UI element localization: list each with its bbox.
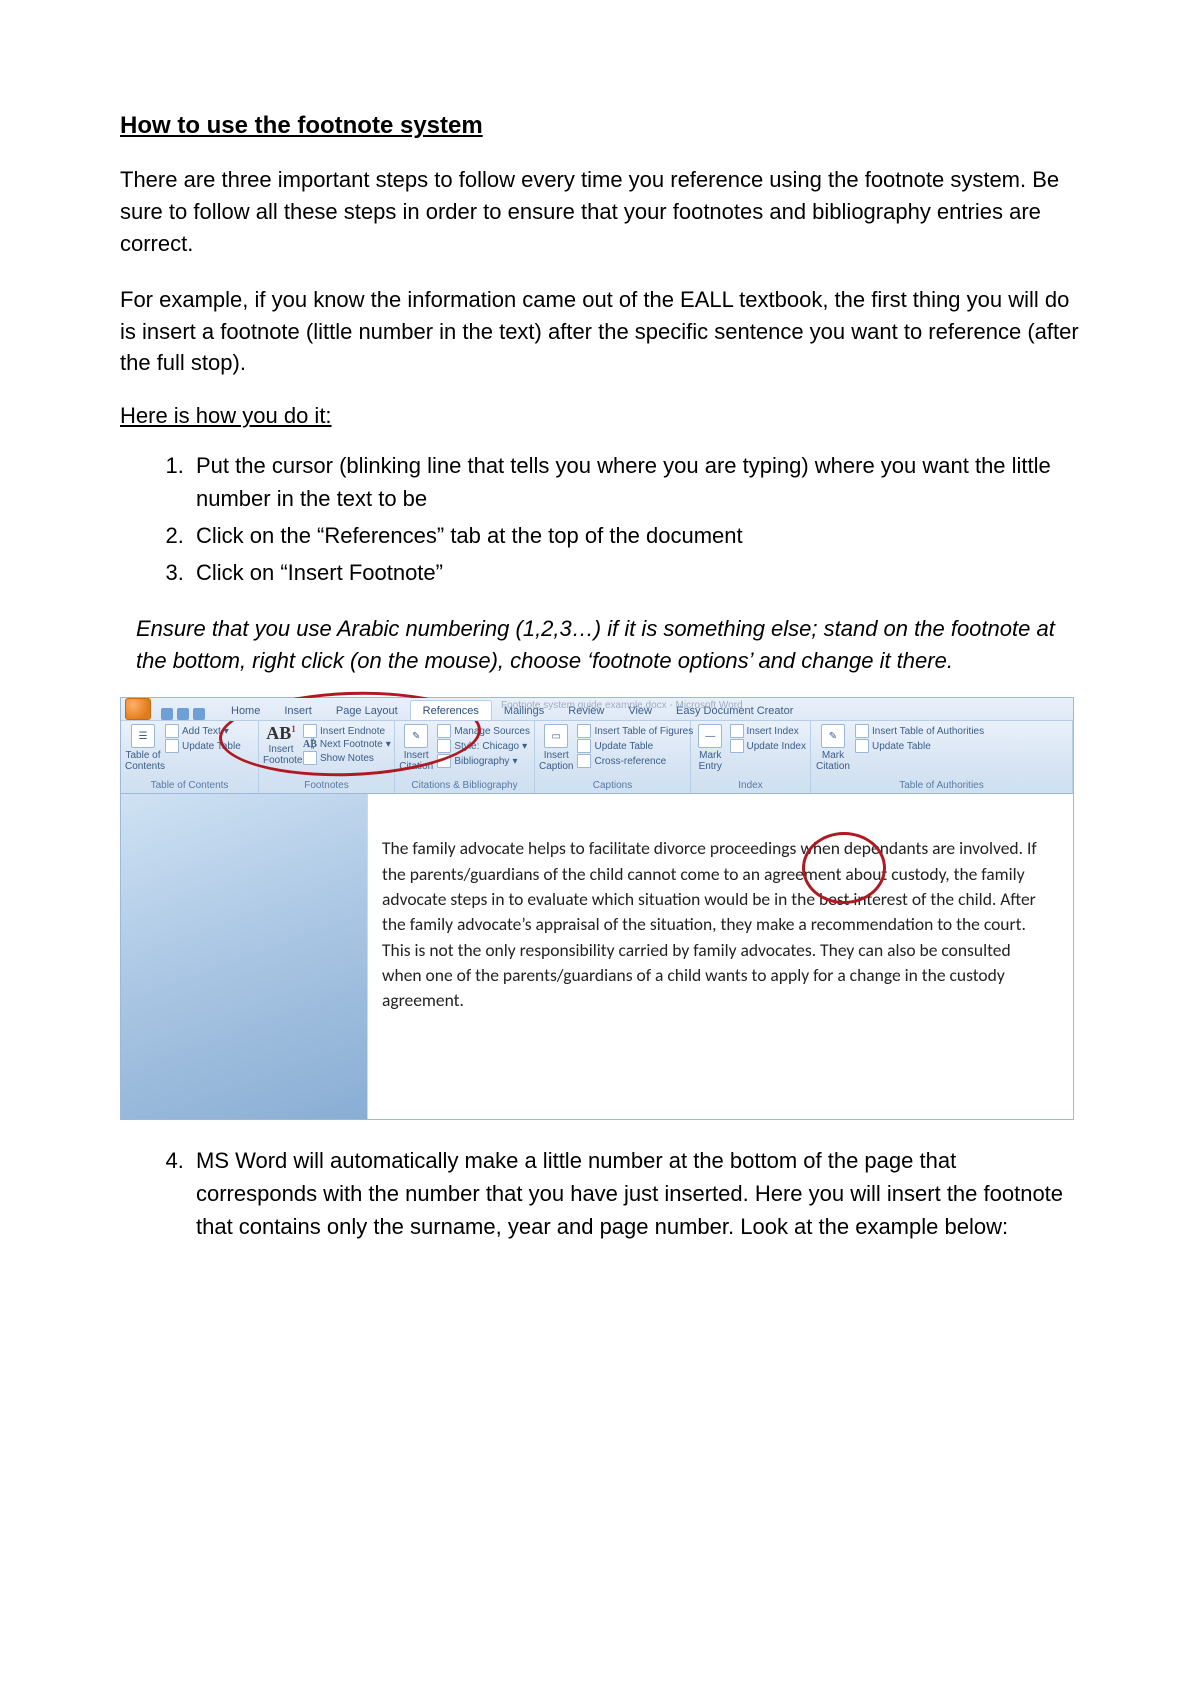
document-pane: The family advocate helps to facilitate … xyxy=(120,794,1074,1120)
tab-insert[interactable]: Insert xyxy=(272,701,324,720)
tab-references[interactable]: References xyxy=(410,700,492,720)
authorities-icon xyxy=(855,724,869,738)
mark-entry-icon: — xyxy=(698,724,722,748)
index-icon xyxy=(730,724,744,738)
step-1: Put the cursor (blinking line that tells… xyxy=(190,449,1080,515)
cross-ref-icon xyxy=(577,754,591,768)
endnote-icon xyxy=(303,724,317,738)
tab-home[interactable]: Home xyxy=(219,701,272,720)
tab-page-layout[interactable]: Page Layout xyxy=(324,701,410,720)
group-toc: ☰ Table of Contents Add Text ▾ Update Ta… xyxy=(121,721,259,793)
steps-list: Put the cursor (blinking line that tells… xyxy=(120,449,1080,589)
btn-insert-caption[interactable]: ▭ Insert Caption xyxy=(539,724,573,772)
btn-update-table-captions[interactable]: Update Table xyxy=(577,739,693,753)
office-button[interactable] xyxy=(125,698,151,720)
bibliography-icon xyxy=(437,754,451,768)
document-body[interactable]: The family advocate helps to facilitate … xyxy=(367,794,1073,1119)
step-2: Click on the “References” tab at the top… xyxy=(190,519,1080,552)
tab-mailings[interactable]: Mailings xyxy=(492,701,556,720)
tab-review[interactable]: Review xyxy=(556,701,616,720)
sources-icon xyxy=(437,724,451,738)
caption-icon: ▭ xyxy=(544,724,568,748)
update-icon xyxy=(730,739,744,753)
btn-mark-entry[interactable]: — Mark Entry xyxy=(695,724,726,772)
btn-add-text[interactable]: Add Text ▾ xyxy=(165,724,241,738)
intro-paragraph-1: There are three important steps to follo… xyxy=(120,164,1080,260)
group-captions: ▭ Insert Caption Insert Table of Figures… xyxy=(535,721,691,793)
btn-insert-table-figures[interactable]: Insert Table of Figures xyxy=(577,724,693,738)
btn-table-of-contents[interactable]: ☰ Table of Contents xyxy=(125,724,161,772)
how-subheading: Here is how you do it: xyxy=(120,403,1080,429)
group-authorities: ✎ Mark Citation Insert Table of Authorit… xyxy=(811,721,1073,793)
btn-update-index[interactable]: Update Index xyxy=(730,739,807,753)
ribbon-groups: ☰ Table of Contents Add Text ▾ Update Ta… xyxy=(121,721,1073,793)
update-icon xyxy=(855,739,869,753)
group-citations: ✎ Insert Citation Manage Sources Style: … xyxy=(395,721,535,793)
group-label-authorities: Table of Authorities xyxy=(815,780,1068,793)
show-notes-icon xyxy=(303,751,317,765)
btn-mark-citation[interactable]: ✎ Mark Citation xyxy=(815,724,851,772)
btn-insert-table-authorities[interactable]: Insert Table of Authorities xyxy=(855,724,984,738)
margin-panel xyxy=(121,794,367,1119)
group-footnotes: AB1 Insert Footnote Insert Endnote A₿ Ne… xyxy=(259,721,395,793)
btn-bibliography[interactable]: Bibliography ▾ xyxy=(437,754,530,768)
italic-note: Ensure that you use Arabic numbering (1,… xyxy=(136,613,1080,677)
btn-update-table-toc[interactable]: Update Table xyxy=(165,739,241,753)
update-icon xyxy=(577,739,591,753)
document-page: How to use the footnote system There are… xyxy=(0,0,1200,1367)
tab-view[interactable]: View xyxy=(616,701,664,720)
page-title: How to use the footnote system xyxy=(120,112,1080,140)
figures-icon xyxy=(577,724,591,738)
toc-icon: ☰ xyxy=(131,724,155,748)
step-4: MS Word will automatically make a little… xyxy=(190,1144,1080,1243)
btn-insert-endnote[interactable]: Insert Endnote xyxy=(303,724,391,738)
step-3: Click on “Insert Footnote” xyxy=(190,556,1080,589)
group-label-captions: Captions xyxy=(539,780,686,793)
plus-icon xyxy=(165,724,179,738)
style-selector[interactable]: Style: Chicago ▾ xyxy=(437,739,530,753)
group-index: — Mark Entry Insert Index Update Index I… xyxy=(691,721,811,793)
ab-icon: AB1 xyxy=(263,724,299,744)
btn-insert-index[interactable]: Insert Index xyxy=(730,724,807,738)
group-label-index: Index xyxy=(695,780,806,793)
btn-insert-footnote[interactable]: AB1 Insert Footnote xyxy=(263,724,299,766)
btn-manage-sources[interactable]: Manage Sources xyxy=(437,724,530,738)
citation-icon: ✎ xyxy=(404,724,428,748)
group-label-footnotes: Footnotes xyxy=(263,780,390,793)
steps-continued: MS Word will automatically make a little… xyxy=(120,1144,1080,1243)
btn-cross-reference[interactable]: Cross-reference xyxy=(577,754,693,768)
ribbon: Home Insert Page Layout References Maili… xyxy=(120,697,1074,794)
btn-show-notes[interactable]: Show Notes xyxy=(303,751,391,765)
word-screenshot: Home Insert Page Layout References Maili… xyxy=(120,697,1074,1120)
style-icon xyxy=(437,739,451,753)
ribbon-tabs: Home Insert Page Layout References Maili… xyxy=(121,698,1073,721)
btn-next-footnote[interactable]: A₿ Next Footnote ▾ xyxy=(303,739,391,750)
group-label-citations: Citations & Bibliography xyxy=(399,780,530,793)
btn-insert-citation[interactable]: ✎ Insert Citation xyxy=(399,724,433,772)
mark-citation-icon: ✎ xyxy=(821,724,845,748)
btn-update-table-authorities[interactable]: Update Table xyxy=(855,739,984,753)
tab-easy-document-creator[interactable]: Easy Document Creator xyxy=(664,701,805,720)
intro-paragraph-2: For example, if you know the information… xyxy=(120,284,1080,380)
document-text: The family advocate helps to facilitate … xyxy=(382,837,1037,1011)
group-label-toc: Table of Contents xyxy=(125,780,254,793)
update-icon xyxy=(165,739,179,753)
quick-access-toolbar[interactable] xyxy=(161,708,205,720)
